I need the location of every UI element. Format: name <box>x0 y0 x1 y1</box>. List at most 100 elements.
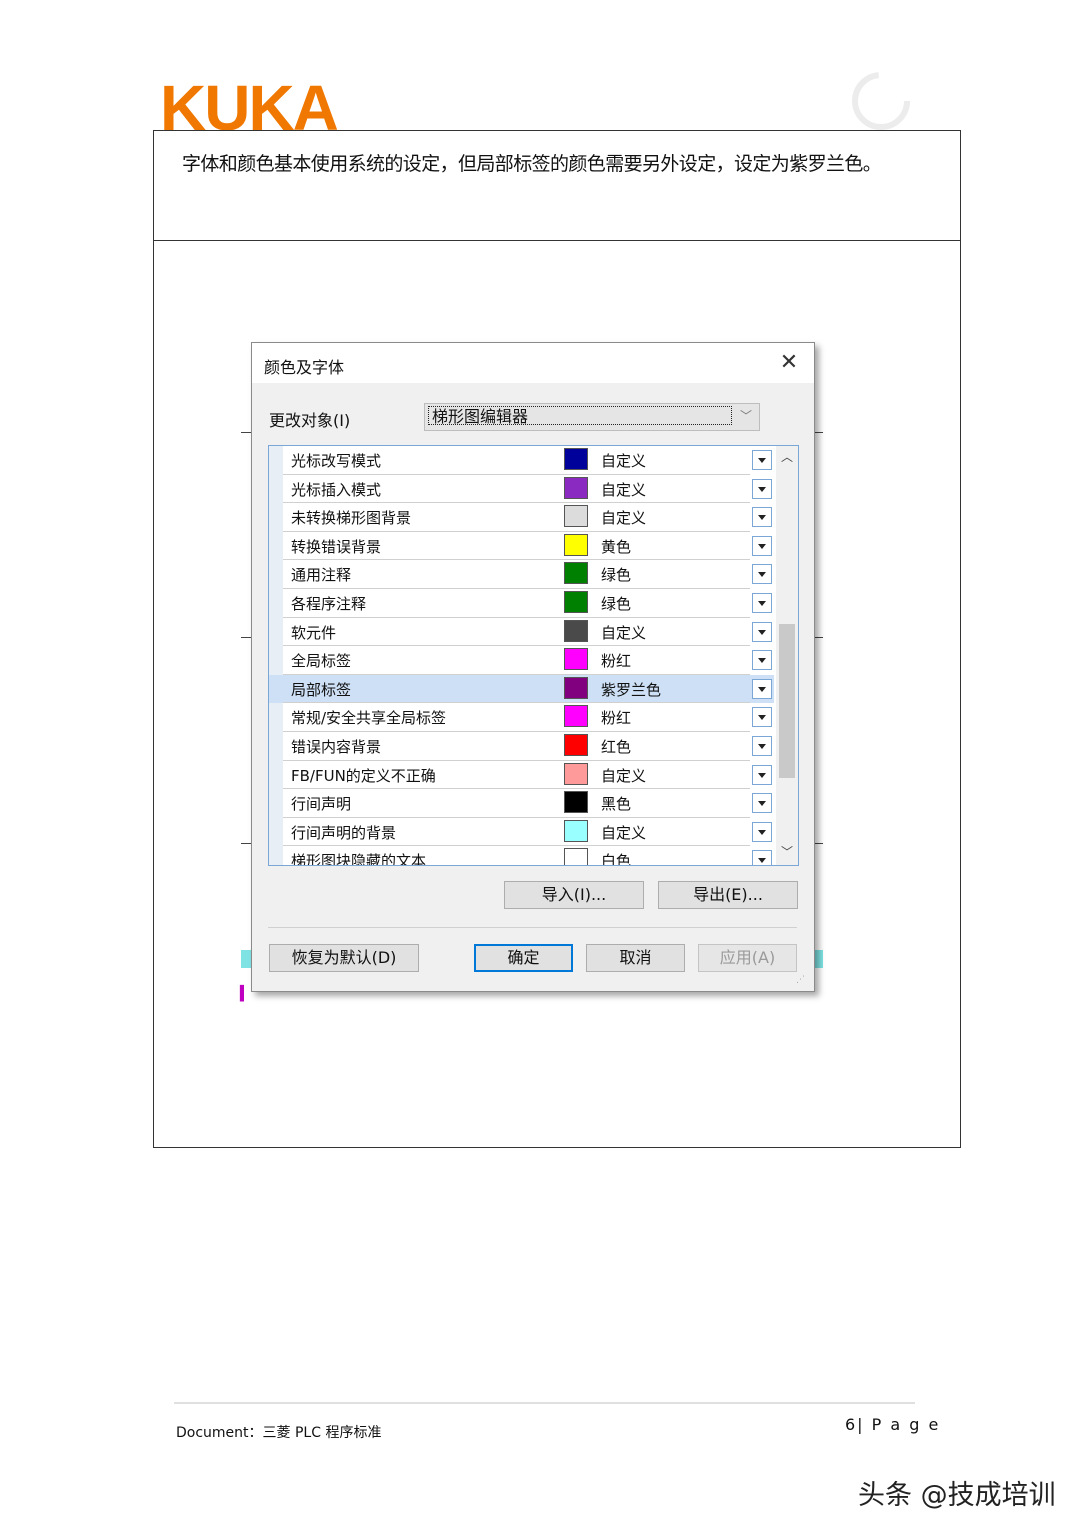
color-swatch <box>564 448 588 470</box>
description-text: 字体和颜色基本使用系统的设定，但局部标签的颜色需要另外设定，设定为紫罗兰色。 <box>182 153 882 175</box>
item-name: 错误内容背景 <box>291 737 382 756</box>
color-dropdown-button[interactable] <box>752 564 772 585</box>
color-dropdown-button[interactable] <box>752 764 772 785</box>
background-cell <box>241 950 251 968</box>
item-name: 常规/安全共享全局标签 <box>291 709 447 728</box>
apply-button[interactable]: 应用(A) <box>698 944 797 972</box>
footer-document: Document：三菱 PLC 程序标准 <box>176 1425 382 1441</box>
import-button[interactable]: 导入(I)... <box>504 881 644 909</box>
export-button[interactable]: 导出(E)... <box>658 881 798 909</box>
footer-rule <box>174 1402 915 1404</box>
target-select-value: 梯形图编辑器 <box>428 406 732 426</box>
color-item-row[interactable]: 光标改写模式 自定义 <box>269 446 774 475</box>
background-line <box>241 432 251 433</box>
color-swatch <box>564 848 588 865</box>
color-item-row[interactable]: 常规/安全共享全局标签 粉红 <box>269 703 774 732</box>
scroll-down-icon[interactable]: ﹀ <box>776 843 798 863</box>
loading-spinner-icon <box>852 72 910 130</box>
color-name: 粉红 <box>601 652 632 671</box>
item-name: 软元件 <box>291 623 337 642</box>
color-dropdown-button[interactable] <box>752 592 772 613</box>
color-swatch <box>564 648 588 671</box>
background-fragment: ▍ <box>240 986 251 1002</box>
list-scrollbar[interactable]: ︿ ﹀ <box>776 446 798 865</box>
color-dropdown-button[interactable] <box>752 678 772 699</box>
watermark: 头条 @技成培训 <box>858 1480 1056 1511</box>
background-line <box>241 637 251 638</box>
item-name: 全局标签 <box>291 652 352 671</box>
color-item-row[interactable]: 梯形图块隐藏的文本 白色 <box>269 846 774 866</box>
item-name: 未转换梯形图背景 <box>291 509 412 528</box>
color-name: 自定义 <box>601 509 647 528</box>
color-dropdown-button[interactable] <box>752 793 772 814</box>
background-line <box>241 843 251 844</box>
color-dropdown-button[interactable] <box>752 735 772 756</box>
item-name: 局部标签 <box>291 680 352 699</box>
kuka-logo-text: KUKA <box>160 78 338 134</box>
color-item-row[interactable]: 软元件 自定义 <box>269 618 774 647</box>
color-swatch <box>564 733 588 756</box>
color-name: 自定义 <box>601 452 647 470</box>
color-item-row[interactable]: 光标插入模式 自定义 <box>269 475 774 504</box>
cancel-button[interactable]: 取消 <box>586 944 685 972</box>
color-item-row[interactable]: 局部标签 紫罗兰色 <box>269 674 774 704</box>
color-dropdown-button[interactable] <box>752 707 772 728</box>
color-name: 黄色 <box>601 537 632 556</box>
color-name: 绿色 <box>601 594 632 613</box>
color-name: 自定义 <box>601 766 647 785</box>
color-dropdown-button[interactable] <box>752 507 772 528</box>
color-swatch <box>564 619 588 642</box>
target-select[interactable]: 梯形图编辑器 ﹀ <box>424 403 760 431</box>
color-dropdown-button[interactable] <box>752 850 772 865</box>
scroll-up-icon[interactable]: ︿ <box>776 448 798 468</box>
color-item-list[interactable]: 光标改写模式 自定义 光标插入模式 自定义 未转换梯形图背景 自定义 转换错误背景 黄色 通用注… <box>268 445 799 866</box>
list-rows: 光标改写模式 自定义 光标插入模式 自定义 未转换梯形图背景 自定义 转换错误背景 黄色 通用注… <box>269 446 774 866</box>
resize-grip-icon[interactable]: ⋰ <box>796 975 808 987</box>
color-swatch <box>564 590 588 613</box>
target-label: 更改对象(I) <box>269 411 351 430</box>
close-button[interactable]: ✕ <box>774 349 804 377</box>
color-dropdown-button[interactable] <box>752 821 772 842</box>
item-name: 通用注释 <box>291 566 352 585</box>
color-name: 自定义 <box>601 623 647 642</box>
color-item-row[interactable]: FB/FUN的定义不正确 自定义 <box>269 761 774 790</box>
scroll-thumb[interactable] <box>779 624 795 778</box>
color-item-row[interactable]: 错误内容背景 红色 <box>269 732 774 761</box>
ok-button[interactable]: 确定 <box>474 944 573 972</box>
color-name: 红色 <box>601 737 632 756</box>
color-item-row[interactable]: 未转换梯形图背景 自定义 <box>269 503 774 532</box>
color-name: 粉红 <box>601 709 632 728</box>
item-name: 光标插入模式 <box>291 480 382 499</box>
color-item-row[interactable]: 全局标签 粉红 <box>269 646 774 675</box>
item-name: 行间声明的背景 <box>291 823 397 842</box>
color-dropdown-button[interactable] <box>752 450 772 470</box>
color-swatch <box>564 676 588 699</box>
dialog-title: 颜色及字体 <box>264 358 345 377</box>
color-name: 黑色 <box>601 795 632 814</box>
item-name: 各程序注释 <box>291 594 367 613</box>
item-name: 行间声明 <box>291 795 352 814</box>
color-swatch <box>564 562 588 585</box>
reset-default-button[interactable]: 恢复为默认(D) <box>269 944 419 972</box>
color-name: 紫罗兰色 <box>601 680 662 699</box>
dialog-titlebar[interactable]: 颜色及字体 ✕ <box>252 343 814 383</box>
color-dropdown-button[interactable] <box>752 535 772 556</box>
item-name: FB/FUN的定义不正确 <box>291 766 436 785</box>
color-item-row[interactable]: 各程序注释 绿色 <box>269 589 774 618</box>
color-name: 白色 <box>601 852 632 866</box>
color-item-row[interactable]: 通用注释 绿色 <box>269 560 774 589</box>
item-name: 梯形图块隐藏的文本 <box>291 852 427 866</box>
color-swatch <box>564 819 588 842</box>
color-swatch <box>564 476 588 499</box>
color-item-row[interactable]: 转换错误背景 黄色 <box>269 532 774 561</box>
color-dropdown-button[interactable] <box>752 478 772 499</box>
color-dropdown-button[interactable] <box>752 621 772 642</box>
color-item-row[interactable]: 行间声明的背景 自定义 <box>269 818 774 847</box>
color-swatch <box>564 791 588 814</box>
color-dropdown-button[interactable] <box>752 650 772 671</box>
color-item-row[interactable]: 行间声明 黑色 <box>269 789 774 818</box>
kuka-logo: KUKA <box>160 78 340 134</box>
item-name: 光标改写模式 <box>291 452 382 470</box>
divider <box>268 927 797 928</box>
chevron-down-icon: ﹀ <box>739 409 752 423</box>
